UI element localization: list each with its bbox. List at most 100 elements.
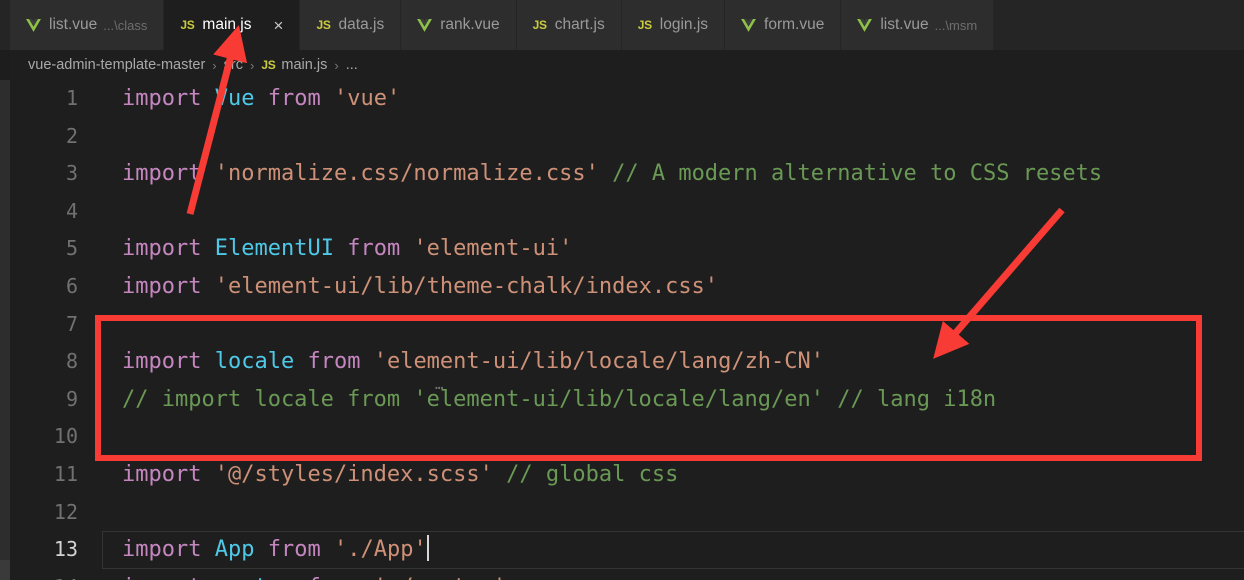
code-token: // A modern alternative to CSS resets xyxy=(612,161,1103,187)
code-line[interactable]: 2 xyxy=(10,118,1244,156)
code-line[interactable]: 5 import ElementUI from 'element-ui' xyxy=(10,230,1244,268)
tab-label: list.vue xyxy=(880,16,929,33)
code-line[interactable]: 10 xyxy=(10,418,1244,456)
line-number: 9 xyxy=(65,386,78,411)
editor-tab-chart-js[interactable]: JS chart.js xyxy=(516,0,622,50)
javascript-icon: JS xyxy=(180,18,195,32)
line-number: 2 xyxy=(65,123,78,148)
line-number: 8 xyxy=(65,349,78,374)
line-number: 12 xyxy=(53,499,78,524)
code-token: from xyxy=(347,236,401,262)
close-icon[interactable]: × xyxy=(274,17,284,34)
editor-tab-rank-vue[interactable]: rank.vue xyxy=(401,0,517,50)
editor-tab-form-vue[interactable]: form.vue xyxy=(725,0,842,50)
code-token: import xyxy=(122,461,202,487)
tab-label: data.js xyxy=(338,16,385,33)
javascript-icon: JS xyxy=(637,18,652,32)
code-line[interactable]: 12 xyxy=(10,494,1244,532)
breadcrumb-item[interactable]: main.js xyxy=(281,57,327,73)
code-line[interactable]: 6 import 'element-ui/lib/theme-chalk/inde… xyxy=(10,268,1244,306)
line-number: 3 xyxy=(65,161,78,186)
code-line-text[interactable]: // import locale from 'element-ui/lib/lo… xyxy=(102,381,996,419)
breadcrumb-item[interactable]: ... xyxy=(346,57,358,73)
code-token: '@/styles/index.scss' xyxy=(214,461,493,487)
tab-path-hint: ...\class xyxy=(103,17,148,33)
editor-tab-data-js[interactable]: JS data.js xyxy=(300,0,402,50)
editor-tab-main-js[interactable]: JS main.js × xyxy=(164,0,301,50)
code-token: from xyxy=(307,575,360,580)
code-token: // global css xyxy=(506,461,679,487)
code-token: ElementUI xyxy=(214,236,334,262)
code-line[interactable]: 13 import App from './App' xyxy=(10,531,1244,569)
breadcrumb[interactable]: vue-admin-template-master › src › JS main.js ›… xyxy=(10,50,1244,80)
breadcrumb-item[interactable]: src xyxy=(224,57,243,73)
line-number: 11 xyxy=(53,461,78,486)
code-token: from xyxy=(267,537,321,563)
code-line-text[interactable]: import Vue from 'vue' xyxy=(102,80,400,118)
activity-bar-edge xyxy=(0,0,10,580)
code-line[interactable]: 11 import '@/styles/index.scss' // global… xyxy=(10,456,1244,494)
breadcrumb-separator: › xyxy=(334,57,339,73)
code-token: locale xyxy=(214,349,295,375)
code-line[interactable]: 3 import 'normalize.css/normalize.css' //… xyxy=(10,155,1244,193)
code-line[interactable]: 14import router from './router' xyxy=(10,569,1244,580)
line-number: 4 xyxy=(65,198,78,223)
code-line[interactable]: 8 import locale from 'element-ui/lib/loca… xyxy=(10,343,1244,393)
vscode-window: list.vue ...\class JS main.js × JS data.js rank… xyxy=(0,0,1244,580)
breadcrumb-separator: › xyxy=(249,57,255,73)
code-line[interactable]: 7 xyxy=(10,306,1244,344)
code-editor[interactable]: 1 import Vue from 'vue' 2 3 import 'normaliz… xyxy=(10,80,1244,580)
code-token: Vue xyxy=(214,86,255,111)
editor-tab-list-vue[interactable]: list.vue ...\class xyxy=(10,0,165,50)
editor-tab-login-js[interactable]: JS login.js xyxy=(621,0,726,50)
code-token: App xyxy=(214,537,255,563)
line-number: 13 xyxy=(53,537,78,562)
code-line[interactable]: 9 // import locale from 'element-ui/lib/l… xyxy=(10,381,1244,419)
code-token: 'vue' xyxy=(333,86,401,111)
line-number: 6 xyxy=(65,273,78,298)
code-token: 'element-ui' xyxy=(413,236,573,262)
activity-bar-mid-segment xyxy=(0,50,10,80)
code-content[interactable]: 1 import Vue from 'vue' 2 3 import 'normaliz… xyxy=(10,80,1244,580)
line-number: 14 xyxy=(10,569,102,580)
code-line-text[interactable]: import '@/styles/index.scss' // global c… xyxy=(102,456,678,494)
code-line-text[interactable]: import 'element-ui/lib/theme-chalk/index… xyxy=(102,268,718,306)
line-number: 10 xyxy=(53,424,78,449)
code-token: './App' xyxy=(333,537,427,563)
code-line-text[interactable]: import 'normalize.css/normalize.css' // … xyxy=(102,155,1102,193)
code-token: import xyxy=(122,273,202,299)
code-line-text[interactable]: import locale from 'element-ui/lib/local… xyxy=(102,343,824,393)
code-token: import xyxy=(122,86,202,111)
line-number: 1 xyxy=(65,86,78,110)
code-token: router xyxy=(215,575,294,580)
javascript-icon: JS xyxy=(532,18,547,32)
tab-label: rank.vue xyxy=(440,16,500,33)
code-token: import xyxy=(122,161,202,187)
code-line-text[interactable]: import App from './App' xyxy=(102,531,429,569)
code-line-text[interactable]: import router from './router' xyxy=(102,569,506,580)
activity-bar-body-segment xyxy=(0,80,10,560)
activity-bar-bottom-segment xyxy=(0,560,10,580)
code-line-text[interactable]: import ElementUI from 'element-ui' xyxy=(102,230,572,268)
tab-label: chart.js xyxy=(554,16,605,33)
text-cursor xyxy=(426,535,429,562)
code-line[interactable]: 4 xyxy=(10,193,1244,231)
code-token: import xyxy=(122,349,202,375)
code-token: 'normalize.css/normalize.css' xyxy=(214,161,599,187)
breadcrumb-item[interactable]: vue-admin-template-master xyxy=(28,57,205,73)
editor-tab-list-vue[interactable]: list.vue ...\msm xyxy=(841,0,995,50)
code-line[interactable]: 1 import Vue from 'vue' xyxy=(10,80,1244,118)
